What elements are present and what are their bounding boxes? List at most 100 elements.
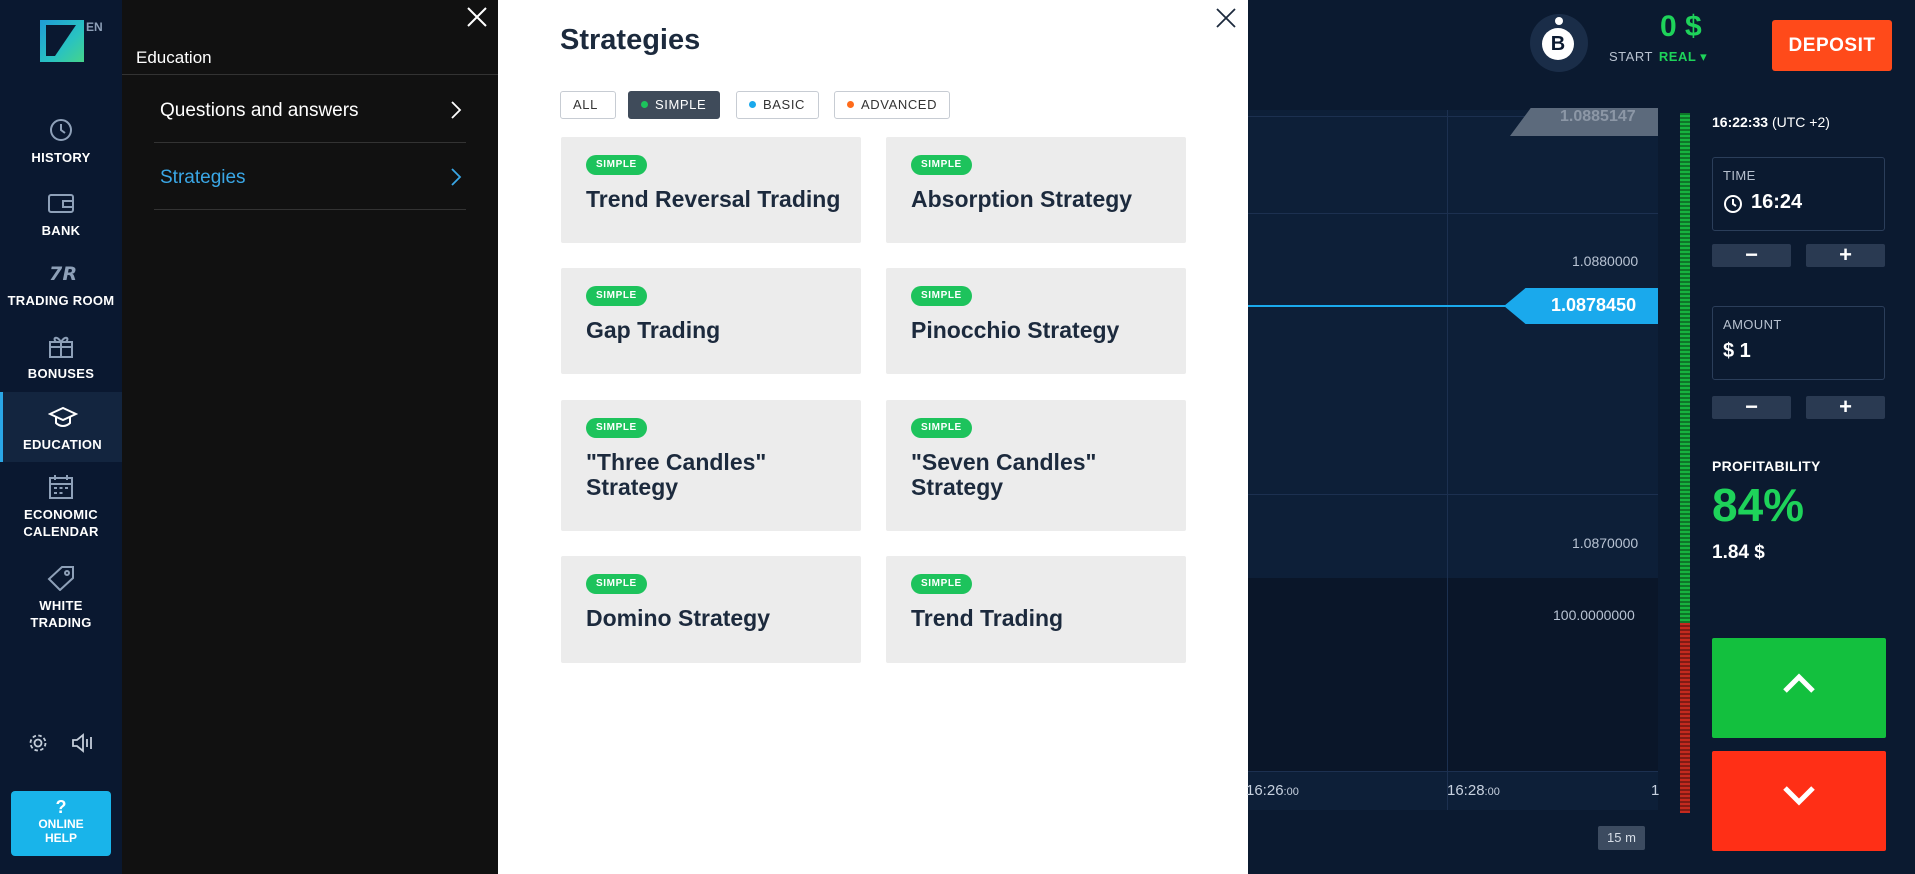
- profitability-label: PROFITABILITY: [1712, 458, 1821, 474]
- amount-value[interactable]: $ 1: [1723, 340, 1751, 363]
- clock-time: 16:22:33: [1712, 114, 1769, 130]
- dot-icon: [847, 101, 854, 109]
- amount-plus-button[interactable]: +: [1806, 396, 1885, 419]
- strategy-card[interactable]: SIMPLE Gap Trading: [561, 268, 861, 374]
- account-start: START: [1609, 49, 1653, 64]
- close-icon[interactable]: [1214, 6, 1238, 30]
- edu-item-label: Questions and answers: [160, 100, 359, 121]
- gear-icon[interactable]: [27, 732, 49, 754]
- nav-item-history[interactable]: HISTORY: [0, 117, 122, 166]
- chevron-up-icon: [1783, 673, 1815, 693]
- filter-label: ALL: [573, 97, 598, 112]
- amount-minus-button[interactable]: −: [1712, 396, 1791, 419]
- amount-field[interactable]: AMOUNT $ 1: [1712, 306, 1885, 380]
- edu-item-strategies[interactable]: Strategies: [154, 144, 466, 210]
- online-help-button[interactable]: ? ONLINE HELP: [11, 791, 111, 856]
- nav-label: HISTORY: [31, 150, 91, 165]
- history-icon: [50, 119, 72, 141]
- time-hm: 16:26: [1246, 782, 1284, 799]
- settings-bar: [27, 730, 97, 756]
- gridline: [1248, 771, 1658, 772]
- close-icon[interactable]: [466, 6, 488, 28]
- strategy-card[interactable]: SIMPLE Trend Trading: [886, 556, 1186, 663]
- status-dot: [1555, 17, 1563, 25]
- dot-icon: [641, 101, 648, 109]
- help-icon: ?: [55, 797, 67, 817]
- education-panel: Education Questions and answers Strategi…: [122, 0, 498, 874]
- price-level: 100.0000000: [1553, 607, 1635, 623]
- put-button[interactable]: [1712, 751, 1886, 851]
- level-badge: SIMPLE: [586, 418, 647, 438]
- level-badge: SIMPLE: [586, 574, 647, 594]
- time-minus-button[interactable]: −: [1712, 244, 1791, 267]
- gift-icon: [49, 336, 73, 358]
- filter-basic[interactable]: BASIC: [736, 91, 819, 119]
- nav-label: CALENDAR: [23, 524, 99, 539]
- level-badge: SIMPLE: [911, 418, 972, 438]
- clock-icon: [1724, 195, 1742, 213]
- nav-label: TRADING: [30, 615, 92, 630]
- nav-item-bank[interactable]: BANK: [0, 190, 122, 239]
- edu-item-label: Strategies: [160, 167, 246, 188]
- current-price-line: [1248, 305, 1518, 307]
- strategy-card[interactable]: SIMPLE Trend Reversal Trading: [561, 137, 861, 243]
- strategy-card[interactable]: SIMPLE "Three Candles" Strategy: [561, 400, 861, 531]
- nav-label: EDUCATION: [22, 437, 102, 452]
- sentiment-bar: [1680, 113, 1690, 813]
- nav-label: ECONOMIC: [24, 507, 98, 522]
- price-level: 1.0880000: [1572, 253, 1639, 269]
- time-sec: :00: [1283, 786, 1299, 798]
- balance: 0 $: [1660, 10, 1702, 43]
- clock-tz: (UTC +2): [1771, 114, 1830, 130]
- price-level: 1.0870000: [1572, 535, 1639, 551]
- filter-all[interactable]: ALL: [560, 91, 616, 119]
- time-hm: 16:28: [1447, 782, 1485, 799]
- avatar[interactable]: B: [1530, 14, 1588, 72]
- sound-icon[interactable]: [71, 732, 95, 754]
- nav-item-education[interactable]: EDUCATION: [0, 392, 122, 462]
- tag-icon: [47, 566, 74, 591]
- strategy-card[interactable]: SIMPLE Domino Strategy: [561, 556, 861, 663]
- deposit-button[interactable]: DEPOSIT: [1772, 20, 1892, 71]
- card-title: Trend Reversal Trading: [586, 186, 841, 212]
- filter-simple[interactable]: SIMPLE: [628, 91, 720, 119]
- card-title: "Three Candles" Strategy: [586, 449, 767, 500]
- education-title: Education: [136, 48, 212, 67]
- language-switch[interactable]: EN: [86, 20, 103, 34]
- chevron-right-icon: [451, 168, 462, 186]
- strategy-card[interactable]: SIMPLE Pinocchio Strategy: [886, 268, 1186, 374]
- nav-item-trading-room[interactable]: 7R TRADING ROOM: [0, 260, 122, 309]
- avatar-letter: B: [1542, 28, 1574, 60]
- time-plus-button[interactable]: +: [1806, 244, 1885, 267]
- account-switch[interactable]: START REAL ▾: [1609, 49, 1707, 65]
- edu-item-questions[interactable]: Questions and answers: [154, 77, 466, 143]
- filter-label: SIMPLE: [655, 97, 707, 112]
- logo[interactable]: [40, 20, 84, 62]
- filter-label: BASIC: [763, 97, 806, 112]
- nav-item-economic-calendar[interactable]: ECONOMIC CALENDAR: [0, 474, 122, 540]
- card-title: Domino Strategy: [586, 605, 771, 631]
- card-title: Trend Trading: [911, 605, 1064, 631]
- level-badge: SIMPLE: [911, 155, 972, 175]
- profitability-value: 84%: [1712, 479, 1805, 531]
- time-field[interactable]: TIME 16:24: [1712, 157, 1885, 231]
- gridline: [1447, 110, 1448, 810]
- level-badge: SIMPLE: [586, 286, 647, 306]
- filter-advanced[interactable]: ADVANCED: [834, 91, 950, 119]
- zoom-select[interactable]: 15 m: [1598, 826, 1645, 850]
- help-line2: HELP: [44, 831, 77, 845]
- card-title: Absorption Strategy: [911, 186, 1133, 212]
- nav-item-white-trading[interactable]: WHITE TRADING: [0, 565, 122, 631]
- server-clock: 16:22:33 (UTC +2): [1712, 114, 1830, 130]
- profit-amount: 1.84 $: [1712, 542, 1765, 563]
- dot-icon: [749, 101, 756, 109]
- chevron-down-icon: [1783, 786, 1815, 806]
- call-button[interactable]: [1712, 638, 1886, 738]
- strategy-card[interactable]: SIMPLE Absorption Strategy: [886, 137, 1186, 243]
- time-sec: :00: [1484, 786, 1500, 798]
- nav-item-bonuses[interactable]: BONUSES: [0, 333, 122, 382]
- amount-label: AMOUNT: [1723, 317, 1782, 332]
- strategy-card[interactable]: SIMPLE "Seven Candles" Strategy: [886, 400, 1186, 531]
- help-line1: ONLINE: [38, 817, 84, 831]
- time-tick: 1: [1651, 782, 1660, 799]
